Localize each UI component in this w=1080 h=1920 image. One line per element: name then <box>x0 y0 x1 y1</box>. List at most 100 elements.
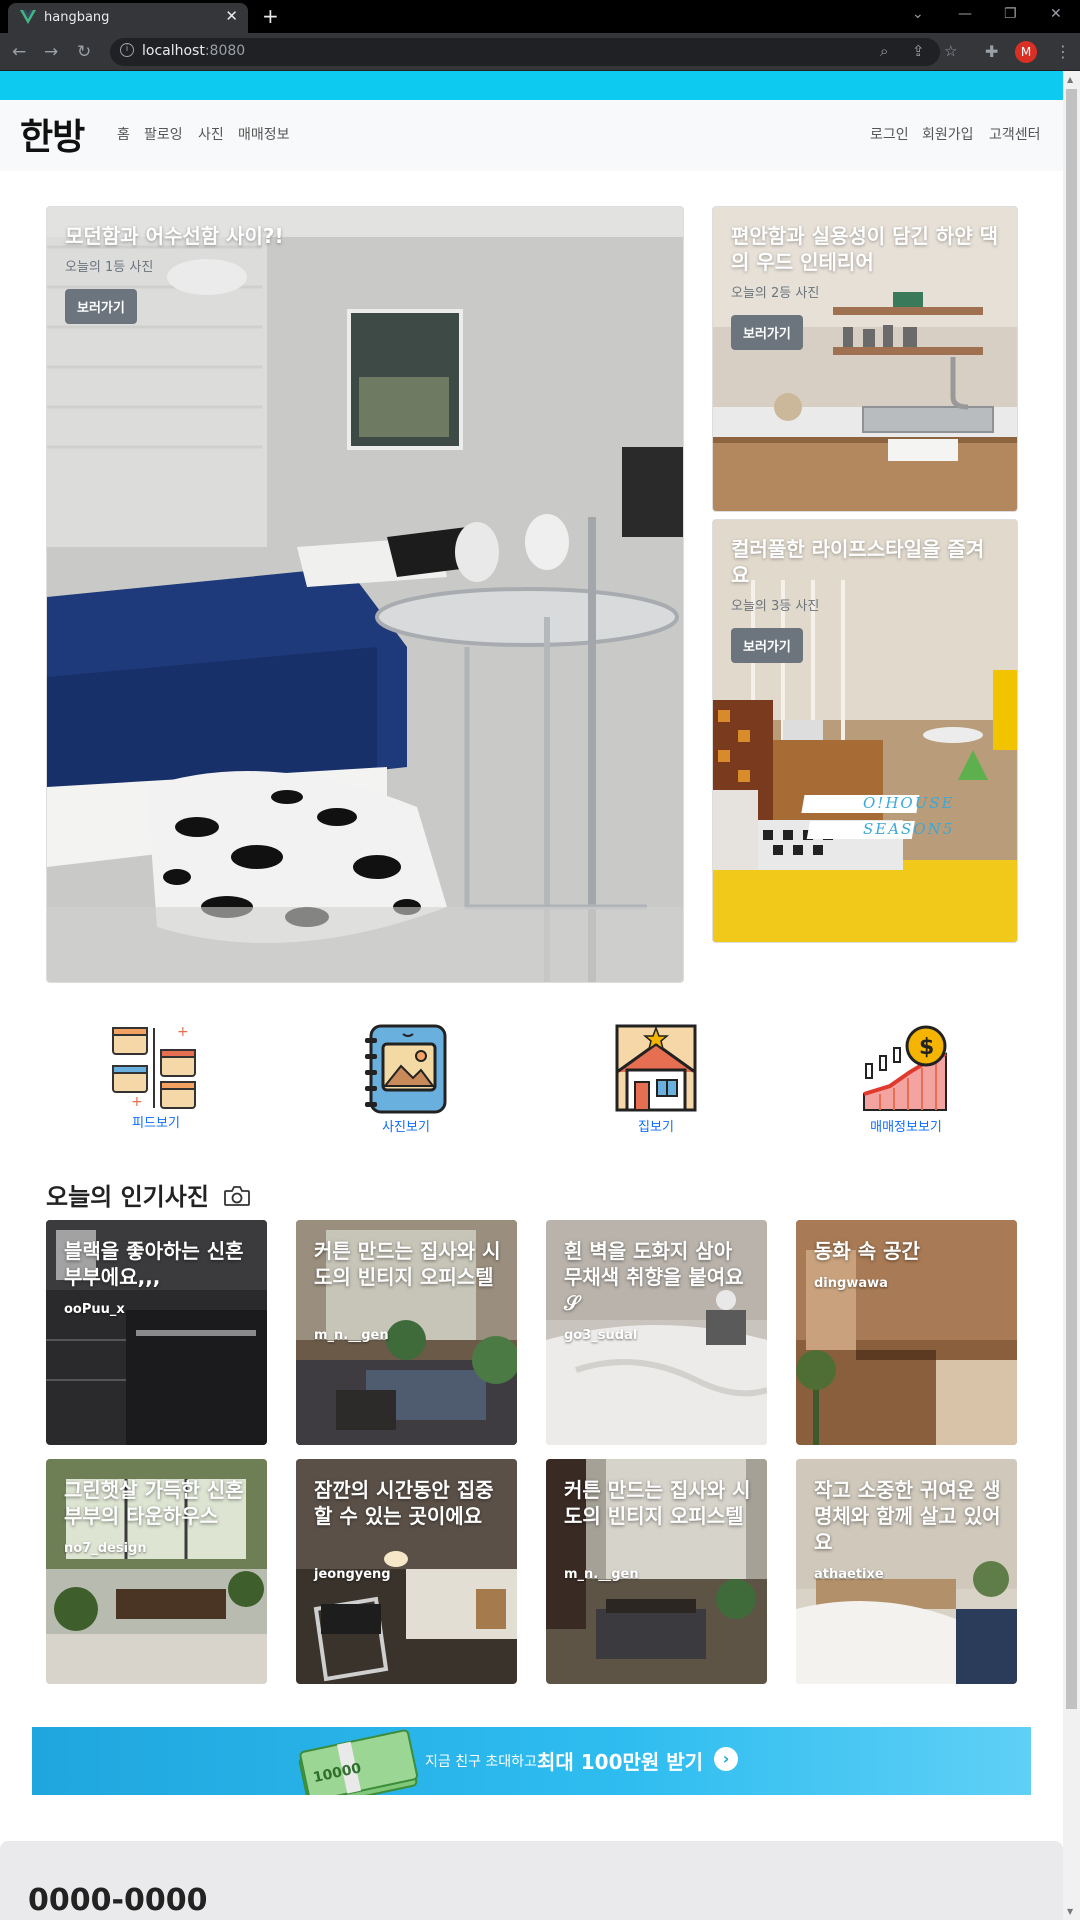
bookmark-star-icon[interactable]: ☆ <box>944 42 957 60</box>
hero-2-subtitle: 오늘의 2등 사진 <box>731 286 820 301</box>
category-feed-label[interactable]: 피드보기 <box>86 1112 226 1131</box>
popular-card-user[interactable]: jeongyeng <box>314 1567 391 1582</box>
tab-search-icon[interactable]: ⌄ <box>912 6 924 22</box>
nav-login[interactable]: 로그인 <box>870 124 909 144</box>
popular-card[interactable]: 흰 벽을 도화지 삼아 무채색 취향을 붙여요 𝒮 go3_sudal <box>546 1220 767 1445</box>
hero-photo-1 <box>47 207 683 982</box>
hero-card-2[interactable]: 편안함과 실용성이 담긴 하얀 댁의 우드 인테리어 오늘의 2등 사진 보러가… <box>712 206 1018 512</box>
nav-photos[interactable]: 사진 <box>198 124 224 144</box>
nav-market-info[interactable]: 매매정보 <box>238 124 290 144</box>
tab-title: hangbang <box>44 10 110 25</box>
nav-signup[interactable]: 회원가입 <box>922 124 974 144</box>
popular-card-title: 흰 벽을 도화지 삼아 무채색 취향을 붙여요 𝒮 <box>564 1239 744 1315</box>
house-icon <box>615 1024 697 1112</box>
feed-icon: + + <box>112 1024 196 1110</box>
reload-icon[interactable]: ↻ <box>77 42 91 62</box>
banner-small-text: 지금 친구 초대하고 <box>425 1754 537 1770</box>
window-close-icon[interactable]: ✕ <box>1050 6 1062 22</box>
hero-1-view-button[interactable]: 보러가기 <box>65 289 137 324</box>
site-footer: 0000-0000 <box>0 1841 1063 1920</box>
restore-icon[interactable]: ❐ <box>1004 6 1017 22</box>
category-house-label[interactable]: 집보기 <box>586 1116 726 1135</box>
svg-text:+: + <box>177 1024 189 1040</box>
popular-card[interactable]: 동화 속 공간 dingwawa <box>796 1220 1017 1445</box>
popular-card-user[interactable]: ooPuu_x <box>64 1302 125 1317</box>
site-logo[interactable]: 한방 <box>20 108 85 160</box>
page-viewport: 한방 홈 팔로잉 사진 매매정보 로그인 회원가입 고객센터 모던함과 어수선함… <box>0 71 1063 1920</box>
nav-home[interactable]: 홈 <box>117 124 130 144</box>
popular-card-title: 커튼 만드는 집사와 시도의 빈티지 오피스텔 <box>564 1478 751 1528</box>
popular-card-user[interactable]: go3_sudal <box>564 1328 637 1343</box>
popular-card-title: 작고 소중한 귀여운 생명체와 함께 살고 있어요 <box>814 1478 1001 1554</box>
popular-card-title: 블랙을 좋아하는 신혼부부에요,,, <box>64 1239 244 1289</box>
hero-2-view-button[interactable]: 보러가기 <box>731 315 803 350</box>
url-port: :8080 <box>204 43 246 59</box>
market-chart-icon: $ <box>863 1025 947 1111</box>
site-header: 한방 홈 팔로잉 사진 매매정보 로그인 회원가입 고객센터 <box>0 100 1063 171</box>
footer-phone: 0000-0000 <box>28 1883 208 1918</box>
forward-icon[interactable]: → <box>44 42 58 62</box>
category-market-label[interactable]: 매매정보보기 <box>836 1116 976 1135</box>
category-photos[interactable]: 사진보기 <box>336 1024 476 1135</box>
hero-1-subtitle: 오늘의 1등 사진 <box>65 260 154 275</box>
popular-card[interactable]: 작고 소중한 귀여운 생명체와 함께 살고 있어요 athaetixe <box>796 1459 1017 1684</box>
chevron-right-icon[interactable]: › <box>714 1747 738 1771</box>
money-stack-icon: 10000 <box>298 1729 419 1795</box>
top-accent-strip <box>0 71 1063 100</box>
extensions-icon[interactable]: ✚ <box>985 42 998 61</box>
popular-card-title: 커튼 만드는 집사와 시도의 빈티지 오피스텔 <box>314 1239 501 1289</box>
popular-card[interactable]: 블랙을 좋아하는 신혼부부에요,,, ooPuu_x <box>46 1220 267 1445</box>
nav-following[interactable]: 팔로잉 <box>144 124 183 144</box>
browser-menu-icon[interactable]: ⋮ <box>1055 42 1071 61</box>
popular-card-user[interactable]: m_n.__gen <box>314 1328 389 1343</box>
hero-3-overlay-2: SEASON5 <box>863 820 955 838</box>
popular-title-text: 오늘의 인기사진 <box>46 1183 209 1211</box>
popular-card[interactable]: 커튼 만드는 집사와 시도의 빈티지 오피스텔 m_n.__gen <box>296 1220 517 1445</box>
popular-card[interactable]: 커튼 만드는 집사와 시도의 빈티지 오피스텔 m_n.__gen <box>546 1459 767 1684</box>
hero-3-subtitle: 오늘의 3등 사진 <box>731 599 820 614</box>
address-bar[interactable]: i localhost:8080 ⌕ ⇪ ☆ <box>110 38 957 66</box>
camera-icon <box>224 1186 251 1206</box>
hero-card-3[interactable]: O!HOUSE SEASON5 컬러풀한 라이프스타일을 즐겨요 오늘의 3등 … <box>712 519 1018 943</box>
scroll-up-icon[interactable]: ▲ <box>1067 75 1073 84</box>
page-scrollbar[interactable]: ▲ ▼ <box>1063 71 1080 1920</box>
popular-card-title: 그린햇살 가득한 신혼부부의 타운하우스 <box>64 1478 244 1528</box>
popular-card-user[interactable]: athaetixe <box>814 1567 884 1582</box>
minimize-icon[interactable]: — <box>958 6 972 22</box>
browser-tab[interactable]: hangbang ✕ <box>8 3 248 33</box>
popular-card[interactable]: 그린햇살 가득한 신혼부부의 타운하우스 no7_design <box>46 1459 267 1684</box>
hero-card-1[interactable]: 모던함과 어수선함 사이?! 오늘의 1등 사진 보러가기 <box>46 206 684 983</box>
hero-1-title: 모던함과 어수선함 사이?! <box>65 224 284 248</box>
category-feed[interactable]: + + 피드보기 <box>86 1024 226 1131</box>
hero-3-overlay-1: O!HOUSE <box>863 794 955 812</box>
vue-logo-icon <box>20 10 36 24</box>
hero-3-view-button[interactable]: 보러가기 <box>731 628 803 663</box>
category-market[interactable]: $ 매매정보보기 <box>836 1024 976 1135</box>
hero-2-title: 편안함과 실용성이 담긴 하얀 댁의 우드 인테리어 <box>731 224 999 274</box>
nav-customer-center[interactable]: 고객센터 <box>989 124 1041 144</box>
new-tab-icon[interactable]: + <box>262 4 279 28</box>
scroll-down-icon[interactable]: ▼ <box>1067 1907 1073 1916</box>
site-info-icon[interactable]: i <box>120 43 134 57</box>
close-tab-icon[interactable]: ✕ <box>225 7 238 25</box>
popular-card-user[interactable]: m_n.__gen <box>564 1567 639 1582</box>
share-icon[interactable]: ⇪ <box>912 42 925 60</box>
scrollbar-thumb[interactable] <box>1066 89 1077 1709</box>
browser-tab-bar: hangbang ✕ + ⌄ — ❐ ✕ <box>0 0 1080 33</box>
popular-card-title: 잠깐의 시간동안 집중할 수 있는 곳이에요 <box>314 1478 494 1528</box>
popular-card[interactable]: 잠깐의 시간동안 집중할 수 있는 곳이에요 jeongyeng <box>296 1459 517 1684</box>
popular-card-user[interactable]: dingwawa <box>814 1276 888 1291</box>
url-host: localhost <box>142 43 205 59</box>
banner-big-text: 최대 100만원 받기 <box>537 1750 704 1774</box>
popular-card-user[interactable]: no7_design <box>64 1541 147 1556</box>
back-icon[interactable]: ← <box>12 42 26 62</box>
category-photos-label[interactable]: 사진보기 <box>336 1116 476 1135</box>
category-house[interactable]: 집보기 <box>586 1024 726 1135</box>
popular-card-title: 동화 속 공간 <box>814 1239 920 1263</box>
hero-3-title: 컬러풀한 라이프스타일을 즐겨요 <box>731 537 985 587</box>
profile-avatar[interactable]: M <box>1015 41 1037 63</box>
photo-book-icon <box>365 1024 447 1114</box>
invite-friend-banner[interactable]: 10000 지금 친구 초대하고 최대 100만원 받기 › <box>32 1727 1031 1795</box>
zoom-icon[interactable]: ⌕ <box>880 42 888 60</box>
browser-toolbar: ← → ↻ i localhost:8080 ⌕ ⇪ ☆ ✚ M ⋮ <box>0 33 1080 71</box>
